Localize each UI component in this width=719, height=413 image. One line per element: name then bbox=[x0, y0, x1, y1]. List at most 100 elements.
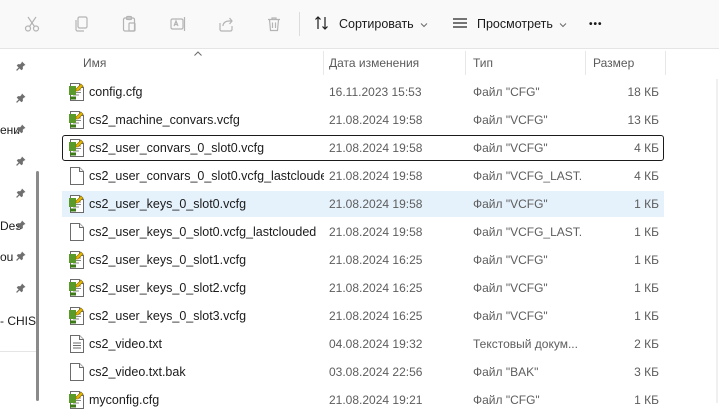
file-size: 13 КБ bbox=[627, 113, 659, 127]
file-size: 4 КБ bbox=[634, 141, 659, 155]
cut-icon[interactable] bbox=[20, 12, 44, 36]
chevron-down-icon bbox=[559, 17, 567, 31]
delete-icon[interactable] bbox=[262, 12, 286, 36]
file-type: Файл "VCFG" bbox=[473, 281, 548, 295]
file-size: 1 КБ bbox=[634, 281, 659, 295]
blank-file-icon bbox=[69, 223, 85, 241]
file-date-modified: 03.08.2024 22:56 bbox=[329, 365, 423, 379]
chevron-down-icon bbox=[420, 17, 428, 31]
nav-item[interactable] bbox=[0, 152, 47, 172]
nav-item[interactable] bbox=[0, 57, 47, 77]
file-type: Файл "VCFG" bbox=[473, 197, 548, 211]
file-row[interactable]: myconfig.cfg 21.08.2024 19:21 Файл "CFG" 1 … bbox=[62, 387, 664, 413]
file-size: 18 КБ bbox=[627, 85, 659, 99]
view-label: Просмотреть bbox=[477, 17, 553, 31]
config-file-icon bbox=[69, 391, 85, 409]
file-type: Файл "VCFG_LAST... bbox=[473, 169, 581, 183]
file-size: 1 КБ bbox=[634, 253, 659, 267]
file-type: Файл "VCFG" bbox=[473, 113, 548, 127]
file-row[interactable]: cs2_user_keys_0_slot1.vcfg 21.08.2024 16:… bbox=[62, 247, 664, 273]
file-row[interactable]: cs2_user_convars_0_slot0.vcfg 21.08.2024 … bbox=[62, 135, 664, 161]
column-header-row: Имя Дата изменения Тип Размер bbox=[47, 49, 719, 77]
column-header-name[interactable]: Имя bbox=[75, 49, 325, 77]
pin-icon bbox=[16, 60, 26, 74]
file-date-modified: 16.11.2023 15:53 bbox=[329, 85, 422, 99]
file-row[interactable]: cs2_user_keys_0_slot3.vcfg 21.08.2024 16:… bbox=[62, 303, 664, 329]
file-name: cs2_user_keys_0_slot2.vcfg bbox=[89, 281, 247, 295]
toolbar-separator bbox=[299, 12, 300, 36]
copy-icon[interactable] bbox=[69, 12, 93, 36]
file-name: cs2_user_keys_0_slot1.vcfg bbox=[89, 253, 247, 267]
file-name: myconfig.cfg bbox=[89, 393, 160, 407]
file-type: Файл "VCFG_LAST... bbox=[473, 225, 581, 239]
file-row[interactable]: cs2_user_keys_0_slot2.vcfg 21.08.2024 16:… bbox=[62, 275, 664, 301]
pin-icon bbox=[16, 282, 26, 296]
file-type: Файл "VCFG" bbox=[473, 141, 548, 155]
file-row[interactable]: cs2_video.txt.bak 03.08.2024 22:56 Файл "B… bbox=[62, 359, 664, 385]
view-button[interactable]: Просмотреть bbox=[451, 12, 567, 36]
file-date-modified: 21.08.2024 19:58 bbox=[329, 141, 423, 155]
config-file-icon bbox=[69, 111, 85, 129]
nav-item[interactable] bbox=[0, 279, 47, 299]
column-header-date[interactable]: Дата изменения bbox=[321, 49, 465, 77]
blank-file-icon bbox=[69, 363, 85, 381]
navigation-pane: ени Des ou - CHIS bbox=[0, 49, 47, 403]
file-date-modified: 04.08.2024 19:32 bbox=[329, 337, 423, 351]
file-type: Файл "VCFG" bbox=[473, 253, 548, 267]
pin-icon bbox=[16, 155, 26, 169]
nav-scrollbar[interactable] bbox=[36, 171, 39, 401]
file-row[interactable]: cs2_user_keys_0_slot0.vcfg_lastclouded 21… bbox=[62, 219, 664, 245]
config-file-icon bbox=[69, 195, 85, 213]
nav-item-label: - CHIS bbox=[0, 313, 36, 328]
file-date-modified: 21.08.2024 16:25 bbox=[329, 281, 423, 295]
file-size: 1 КБ bbox=[634, 309, 659, 323]
file-date-modified: 21.08.2024 19:58 bbox=[329, 169, 423, 183]
file-list-scrollbar[interactable] bbox=[716, 79, 718, 403]
nav-item[interactable]: Des bbox=[0, 216, 47, 236]
file-size: 4 КБ bbox=[634, 169, 659, 183]
column-header-size[interactable]: Размер bbox=[585, 49, 665, 77]
file-type: Файл "CFG" bbox=[473, 393, 540, 407]
sort-button[interactable]: Сортировать bbox=[313, 12, 428, 36]
file-row[interactable]: cs2_user_keys_0_slot0.vcfg 21.08.2024 19:… bbox=[62, 191, 664, 217]
nav-item[interactable] bbox=[0, 89, 47, 109]
sort-label: Сортировать bbox=[339, 17, 414, 31]
file-list: Имя Дата изменения Тип Размер config.cfg… bbox=[47, 49, 719, 409]
file-size: 3 КБ bbox=[634, 365, 659, 379]
share-icon[interactable] bbox=[214, 12, 238, 36]
pin-icon bbox=[16, 219, 26, 233]
nav-item[interactable]: ени bbox=[0, 120, 47, 140]
more-options-button[interactable]: ••• bbox=[589, 12, 603, 36]
more-icon: ••• bbox=[589, 18, 603, 30]
file-type: Файл "BAK" bbox=[473, 365, 539, 379]
file-date-modified: 21.08.2024 19:58 bbox=[329, 225, 423, 239]
file-date-modified: 21.08.2024 19:58 bbox=[329, 197, 423, 211]
column-header-type[interactable]: Тип bbox=[465, 49, 585, 77]
sort-icon bbox=[313, 14, 331, 35]
nav-item[interactable]: ou bbox=[0, 247, 47, 267]
nav-item[interactable]: - CHIS bbox=[0, 311, 47, 331]
file-date-modified: 21.08.2024 19:21 bbox=[329, 393, 423, 407]
nav-item-label: ou bbox=[0, 250, 14, 265]
file-size: 1 КБ bbox=[634, 393, 659, 407]
pin-icon bbox=[16, 250, 26, 264]
pin-icon bbox=[16, 92, 26, 106]
pin-icon bbox=[16, 123, 26, 137]
file-date-modified: 21.08.2024 19:58 bbox=[329, 113, 423, 127]
blank-file-icon bbox=[69, 167, 85, 185]
file-name: cs2_user_keys_0_slot3.vcfg bbox=[89, 309, 247, 323]
command-bar: Сортировать Просмотреть ••• bbox=[0, 0, 719, 49]
file-size: 2 КБ bbox=[634, 337, 659, 351]
rename-icon[interactable] bbox=[166, 12, 190, 36]
file-row[interactable]: cs2_video.txt 04.08.2024 19:32 Текстовый д… bbox=[62, 331, 664, 357]
file-row[interactable]: config.cfg 16.11.2023 15:53 Файл "CFG" 18 К… bbox=[62, 79, 664, 105]
paste-icon[interactable] bbox=[117, 12, 141, 36]
config-file-icon bbox=[69, 279, 85, 297]
file-row[interactable]: cs2_user_convars_0_slot0.vcfg_lastcloude… bbox=[62, 163, 664, 189]
file-row[interactable]: cs2_machine_convars.vcfg 21.08.2024 19:58… bbox=[62, 107, 664, 133]
view-icon bbox=[451, 14, 469, 35]
pin-icon bbox=[16, 187, 26, 201]
file-size: 1 КБ bbox=[634, 225, 659, 239]
file-name: cs2_video.txt bbox=[89, 337, 162, 351]
nav-item[interactable] bbox=[0, 184, 47, 204]
